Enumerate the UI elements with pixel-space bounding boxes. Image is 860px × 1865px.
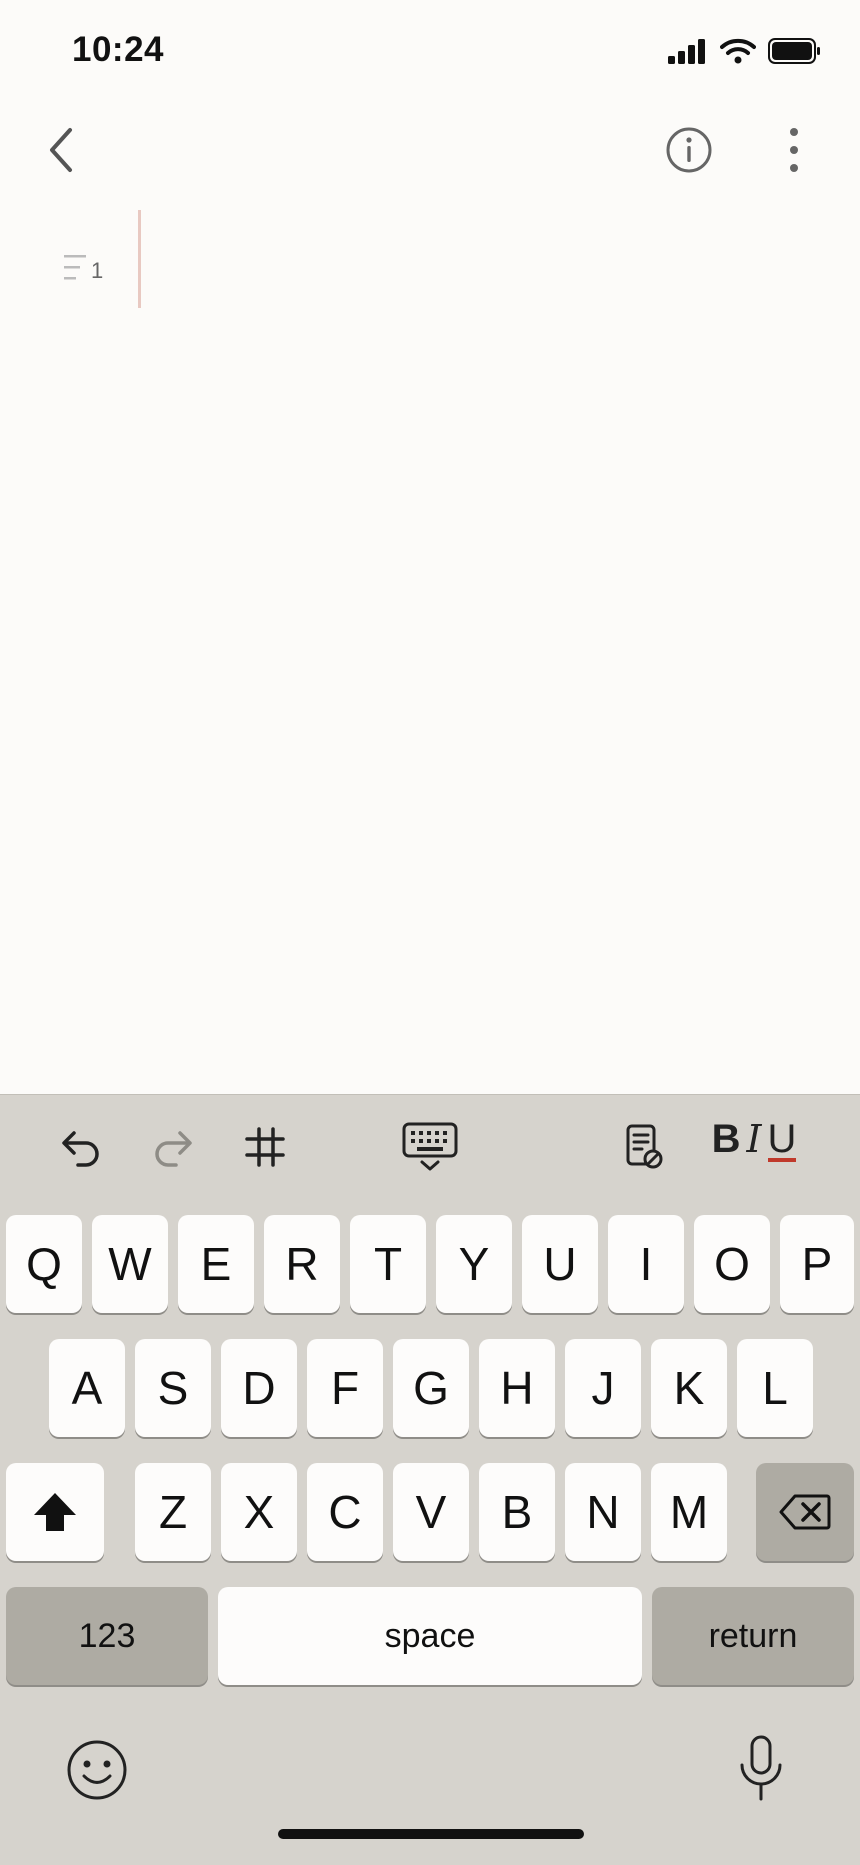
key-b[interactable]: B [479,1463,555,1561]
key-k[interactable]: K [651,1339,727,1437]
note-editor[interactable]: 1 [0,200,860,1090]
key-w[interactable]: W [92,1215,168,1313]
key-c[interactable]: C [307,1463,383,1561]
info-icon [666,127,712,173]
undo-icon [62,1131,99,1167]
key-m[interactable]: M [651,1463,727,1561]
key-t[interactable]: T [350,1215,426,1313]
emoji-icon [67,1740,127,1800]
status-bar: 10:24 [0,0,860,100]
keyboard-dismiss-icon [402,1122,458,1171]
list-lines-icon [64,255,86,280]
underline-label: U [767,1117,797,1162]
status-time: 10:24 [72,30,165,69]
dictation-button[interactable] [726,1731,796,1805]
keyboard: B I U Q W E R T Y U I O P A S D F G H J … [0,1094,860,1865]
key-q[interactable]: Q [6,1215,82,1313]
key-p[interactable]: P [780,1215,854,1313]
numbers-key[interactable]: 123 [6,1587,208,1685]
chevron-left-icon [50,128,72,172]
cellular-signal-icon [668,39,705,64]
info-button[interactable] [662,120,716,180]
italic-label: I [746,1117,762,1161]
key-u[interactable]: U [522,1215,598,1313]
line-number: 1 [91,258,104,283]
wifi-icon [720,38,756,64]
nav-bar [0,110,860,190]
microphone-icon [740,1735,782,1801]
more-options-button[interactable] [770,120,818,180]
key-i[interactable]: I [608,1215,684,1313]
back-button[interactable] [36,120,86,180]
key-l[interactable]: L [737,1339,813,1437]
emoji-button[interactable] [62,1735,132,1805]
text-style-button[interactable]: B I U [710,1117,798,1177]
tag-button[interactable] [240,1117,290,1177]
key-o[interactable]: O [694,1215,770,1313]
backspace-icon [779,1494,831,1530]
status-icons [668,38,822,64]
hide-keyboard-button[interactable] [400,1117,460,1177]
key-s[interactable]: S [135,1339,211,1437]
hashtag-icon [245,1127,285,1167]
key-d[interactable]: D [221,1339,297,1437]
home-indicator[interactable] [278,1829,584,1839]
key-v[interactable]: V [393,1463,469,1561]
shift-key[interactable] [6,1463,104,1561]
line-number-gutter: 1 [62,252,103,282]
key-e[interactable]: E [178,1215,254,1313]
more-vertical-icon [790,128,798,172]
redo-button[interactable] [148,1117,198,1177]
key-n[interactable]: N [565,1463,641,1561]
bold-label: B [711,1117,741,1161]
redo-icon [155,1131,192,1167]
key-f[interactable]: F [307,1339,383,1437]
return-key[interactable]: return [652,1587,854,1685]
key-g[interactable]: G [393,1339,469,1437]
key-a[interactable]: A [49,1339,125,1437]
attachment-button[interactable] [620,1117,670,1177]
key-h[interactable]: H [479,1339,555,1437]
key-r[interactable]: R [264,1215,340,1313]
undo-button[interactable] [56,1117,106,1177]
battery-icon [768,38,820,64]
text-caret [138,210,141,308]
delete-key[interactable] [756,1463,854,1561]
key-y[interactable]: Y [436,1215,512,1313]
key-j[interactable]: J [565,1339,641,1437]
note-attachment-icon [626,1124,663,1169]
key-z[interactable]: Z [135,1463,211,1561]
key-x[interactable]: X [221,1463,297,1561]
format-toolbar: B I U [0,1095,860,1199]
space-key[interactable]: space [218,1587,642,1685]
shift-arrow-icon [34,1493,76,1531]
